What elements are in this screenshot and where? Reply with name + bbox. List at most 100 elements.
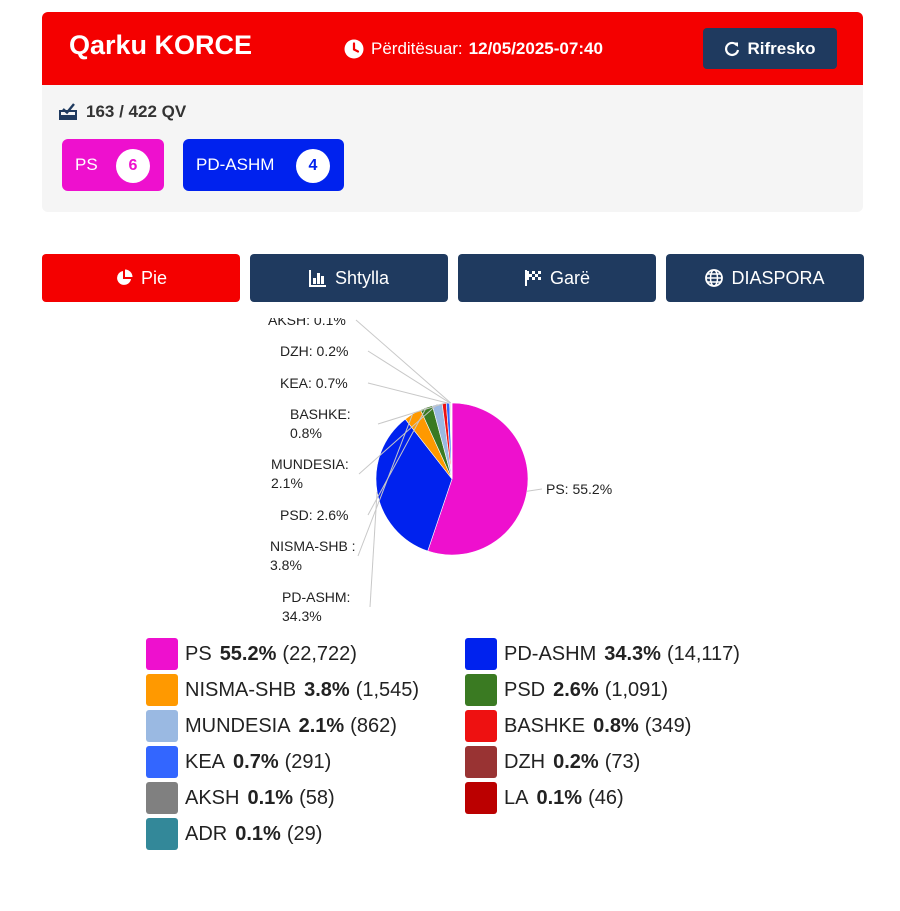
legend-votes: (29) — [286, 822, 323, 845]
legend-swatch — [465, 638, 497, 670]
summary-panel: 163 / 422 QV PS 6 PD-ASHM 4 — [42, 85, 863, 212]
refresh-icon — [725, 41, 740, 56]
tab-shtylla[interactable]: Shtylla — [250, 254, 448, 302]
refresh-label: Rifresko — [747, 38, 816, 58]
updated-label: Përditësuar: — [371, 39, 463, 58]
pie-chart-area: PS: 55.2% PD-ASHM: 34.3% NISMA-SHB :3.8% PSD… — [0, 318, 900, 638]
pie-data-label: NISMA-SHB :3.8% — [270, 538, 356, 573]
legend-percent: 0.8% — [593, 714, 639, 737]
legend-votes: (862) — [350, 714, 397, 737]
legend-swatch — [465, 710, 497, 742]
legend-item: PSD 2.6% (1,091) — [465, 674, 668, 706]
legend-votes: (46) — [588, 786, 624, 809]
legend-swatch — [146, 818, 178, 850]
leader-line — [367, 350, 451, 404]
legend-item: PD-ASHM 34.3% (14,117) — [465, 638, 740, 670]
legend-party-name: LA — [504, 786, 529, 809]
legend-swatch — [146, 746, 178, 778]
legend-party-name: BASHKE — [504, 714, 586, 737]
legend-party-name: PSD — [504, 678, 546, 701]
legend-votes: (1,091) — [604, 678, 669, 701]
seat-badge-pd-ashm: PD-ASHM 4 — [183, 139, 344, 191]
legend-party-name: AKSH — [185, 786, 240, 809]
legend-percent: 0.1% — [235, 822, 281, 845]
legend-percent: 2.1% — [298, 714, 345, 737]
legend-item: PS 55.2% (22,722) — [146, 638, 357, 670]
legend-votes: (14,117) — [666, 642, 740, 665]
refresh-button[interactable]: Rifresko — [703, 28, 837, 69]
pie-data-label: DZH: 0.2% — [280, 343, 348, 359]
legend-votes: (22,722) — [282, 642, 357, 665]
last-updated: Përditësuar: 12/05/2025-07:40 — [344, 39, 603, 59]
updated-value: 12/05/2025-07:40 — [468, 39, 603, 58]
tab-gare[interactable]: Garë — [458, 254, 656, 302]
seat-count: 4 — [296, 149, 330, 183]
legend-percent: 0.2% — [553, 750, 599, 773]
legend-swatch — [465, 674, 497, 706]
legend-votes: (291) — [284, 750, 332, 773]
pie-data-label: MUNDESIA: 2.1% — [271, 456, 349, 491]
legend-item: MUNDESIA 2.1% (862) — [146, 710, 397, 742]
legend-swatch — [146, 638, 178, 670]
legend-party-name: PD-ASHM — [504, 642, 597, 665]
legend-percent: 55.2% — [219, 642, 277, 665]
legend-party-name: NISMA-SHB — [185, 678, 297, 701]
legend-party-name: DZH — [504, 750, 546, 773]
legend-votes: (73) — [604, 750, 641, 773]
pie-data-label: AKSH: 0.1% — [268, 318, 346, 328]
tab-label: Shtylla — [334, 267, 390, 288]
region-title: Qarku KORCE — [69, 30, 253, 60]
legend-percent: 34.3% — [604, 642, 661, 665]
seat-badge-ps: PS 6 — [62, 139, 164, 191]
seat-count: 6 — [116, 149, 150, 183]
globe-icon — [705, 269, 724, 287]
pie-chart-icon — [117, 269, 133, 285]
legend-item: KEA 0.7% (291) — [146, 746, 331, 778]
pie-data-label: PSD: 2.6% — [280, 507, 348, 523]
tab-pie[interactable]: Pie — [42, 254, 240, 302]
pie-data-label: KEA: 0.7% — [280, 375, 348, 391]
pie-data-label: PS: 55.2% — [546, 481, 612, 497]
ballot-box-icon — [59, 103, 77, 120]
leader-line — [355, 319, 452, 404]
legend-swatch — [146, 674, 178, 706]
legend-party-name: KEA — [185, 750, 226, 773]
race-flag-icon — [524, 270, 541, 286]
clock-icon — [344, 39, 364, 59]
legend-item: LA 0.1% (46) — [465, 782, 624, 814]
legend-swatch — [465, 782, 497, 814]
legend-party-name: ADR — [185, 822, 228, 845]
legend-item: ADR 0.1% (29) — [146, 818, 322, 850]
legend-swatch — [146, 710, 178, 742]
legend-swatch — [465, 746, 497, 778]
tab-label: Pie — [140, 267, 167, 288]
legend-item: NISMA-SHB 3.8% (1,545) — [146, 674, 419, 706]
legend-swatch — [146, 782, 178, 814]
region-header: Qarku KORCE Përditësuar: 12/05/2025-07:4… — [42, 12, 863, 85]
legend-votes: (349) — [644, 714, 692, 737]
legend-votes: (1,545) — [355, 678, 420, 701]
legend-percent: 0.7% — [233, 750, 279, 773]
pie-chart: PS: 55.2% PD-ASHM: 34.3% NISMA-SHB :3.8% PSD… — [268, 318, 612, 624]
tab-diaspora[interactable]: DIASPORA — [666, 254, 864, 302]
legend-percent: 3.8% — [304, 678, 350, 701]
legend-percent: 2.6% — [553, 678, 599, 701]
legend-item: AKSH 0.1% (58) — [146, 782, 335, 814]
polling-stations-count: 163 / 422 QV — [58, 102, 186, 122]
seat-party-label: PD-ASHM — [196, 155, 275, 174]
seat-party-label: PS — [75, 155, 98, 174]
legend-party-name: PS — [185, 642, 212, 665]
bar-chart-icon — [308, 270, 326, 287]
leader-line — [367, 382, 449, 404]
legend-percent: 0.1% — [536, 786, 583, 809]
legend-item: DZH 0.2% (73) — [465, 746, 640, 778]
leader-line — [526, 488, 543, 492]
legend-item: BASHKE 0.8% (349) — [465, 710, 691, 742]
legend-votes: (58) — [299, 786, 335, 809]
pie-data-label: BASHKE: 0.8% — [290, 406, 351, 441]
legend-percent: 0.1% — [247, 786, 294, 809]
tab-label: DIASPORA — [731, 267, 825, 288]
qv-text: 163 / 422 QV — [86, 102, 187, 121]
tab-label: Garë — [549, 267, 591, 288]
pie-data-label: PD-ASHM: 34.3% — [282, 589, 350, 624]
